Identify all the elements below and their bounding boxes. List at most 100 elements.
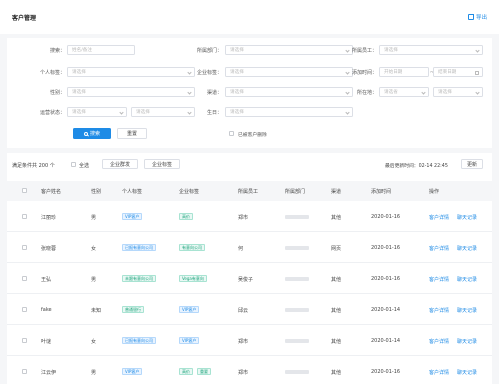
chat-record-link[interactable]: 聊天记录	[457, 276, 477, 283]
reset-button[interactable]: 重置	[117, 128, 147, 139]
add-time: 2020-01-16	[371, 369, 401, 375]
chevron-down-icon	[119, 110, 124, 115]
gender-select[interactable]: 请选择	[67, 87, 195, 97]
end-date-input[interactable]: 结束日期	[433, 67, 483, 77]
staff-name: 何	[238, 246, 244, 252]
col-channel: 渠道	[331, 189, 342, 195]
table-header: 客户姓名 性别 个人标签 企业标签 所属员工 所属部门 渠道 添加时间 操作	[7, 181, 492, 201]
deleted-checkbox-label: 已被客户删除	[238, 133, 267, 138]
customer-detail-link[interactable]: 客户详情	[429, 307, 449, 314]
channel: 其他	[331, 215, 342, 221]
last-update-time: 最后更新时间：02-14 22:45	[385, 164, 448, 169]
add-time: 2020-01-14	[371, 338, 401, 344]
chat-record-link[interactable]: 聊天记录	[457, 245, 477, 252]
export-button[interactable]: 导出	[467, 13, 487, 21]
personal-tag: 已报有意向公司	[122, 244, 156, 251]
col-department: 所属部门	[285, 189, 306, 195]
table-row: 江云伊 男 VIP客户 高价 重要 郑市 其他 2020-01-16 客户详情 …	[7, 356, 492, 384]
table-row: 王弘 男 未跟有意向公司 Vega有意向 吴俊子 其他 2020-01-16 客…	[7, 263, 492, 294]
export-label: 导出	[475, 15, 487, 21]
customer-detail-link[interactable]: 客户详情	[429, 338, 449, 345]
location-label: 所在地：	[356, 90, 377, 96]
customer-name: 江云伊	[41, 370, 57, 376]
staff-name: 郑市	[238, 215, 249, 221]
birthday-select[interactable]: 请选择	[225, 107, 353, 117]
table-row: 张晓蓉 女 已报有意向公司 有意向公司 何 网页 2020-01-16 客户详情…	[7, 232, 492, 263]
department-redacted	[285, 246, 309, 250]
staff-select[interactable]: 请选择	[379, 45, 483, 55]
deleted-checkbox[interactable]	[229, 131, 234, 136]
chat-record-link[interactable]: 聊天记录	[457, 338, 477, 345]
table-row: 江丽珍 男 VIP客户 高价 郑市 其他 2020-01-16 客户详情 聊天记…	[7, 201, 492, 232]
birthday-label: 生日：	[206, 110, 222, 116]
enterprise-tag-button[interactable]: 企业标签	[144, 159, 180, 169]
status-select-1[interactable]: 请选择	[67, 107, 127, 117]
department-redacted	[285, 308, 309, 312]
add-time: 2020-01-14	[371, 307, 401, 313]
row-checkbox[interactable]	[22, 369, 27, 374]
chat-record-link[interactable]: 聊天记录	[457, 369, 477, 376]
channel: 其他	[331, 308, 342, 314]
staff-name: 郑市	[238, 339, 249, 345]
row-checkbox[interactable]	[22, 338, 27, 343]
chevron-down-icon	[475, 90, 480, 95]
customer-detail-link[interactable]: 客户详情	[429, 369, 449, 376]
channel-select[interactable]: 请选择	[225, 87, 353, 97]
add-time: 2020-01-16	[371, 214, 401, 220]
col-actions: 操作	[429, 189, 440, 195]
customer-gender: 女	[91, 339, 97, 345]
personal-tag: VIP客户	[122, 368, 143, 375]
customer-name: 叶谜	[41, 339, 52, 345]
result-count: 满足条件共 200 个	[12, 163, 55, 169]
personal-tag-select[interactable]: 请选择	[67, 67, 195, 77]
group-send-button[interactable]: 企业群发	[102, 159, 138, 169]
enterprise-tag: VIP客户	[179, 337, 200, 344]
row-checkbox[interactable]	[22, 214, 27, 219]
department-redacted	[285, 339, 309, 343]
enterprise-tag: 重要	[197, 368, 211, 375]
chevron-down-icon	[475, 48, 480, 53]
row-checkbox[interactable]	[22, 245, 27, 250]
enterprise-tag: 高价	[179, 368, 193, 375]
refresh-button[interactable]: 更新	[461, 159, 483, 169]
page-title: 客户管理	[12, 15, 37, 22]
add-time-label: 添加时间：	[351, 70, 377, 76]
chevron-down-icon	[421, 90, 426, 95]
col-name: 客户姓名	[41, 189, 62, 195]
customer-gender: 男	[91, 215, 97, 221]
add-time: 2020-01-16	[371, 276, 401, 282]
search-button[interactable]: 搜索	[73, 128, 111, 139]
customer-table-card: 满足条件共 200 个 全选 企业群发 企业标签 最后更新时间：02-14 22…	[7, 153, 492, 384]
enterprise-tag-select[interactable]: 请选择	[225, 67, 353, 77]
enterprise-tag: 高价	[179, 213, 193, 220]
personal-tag: 未跟有意向公司	[122, 275, 156, 282]
start-date-input[interactable]: 开始日期	[379, 67, 429, 77]
col-gender: 性别	[91, 189, 102, 195]
city-select[interactable]: 请选择	[433, 87, 483, 97]
select-all-checkbox[interactable]	[71, 162, 76, 167]
row-checkbox[interactable]	[22, 307, 27, 312]
filter-panel: 搜索： 姓名/备注 所属部门： 请选择 所属员工： 请选择 个人标签： 请选择 …	[7, 38, 492, 148]
header-checkbox[interactable]	[22, 188, 27, 193]
col-add-time: 添加时间	[371, 189, 392, 195]
search-icon	[83, 131, 88, 136]
table-row: 叶谜 女 已报有意向公司 VIP客户 郑市 其他 2020-01-14 客户详情…	[7, 325, 492, 356]
customer-name: 王弘	[41, 277, 52, 283]
chevron-down-icon	[345, 110, 350, 115]
enterprise-tag-label: 企业标签：	[196, 70, 222, 76]
customer-detail-link[interactable]: 客户详情	[429, 214, 449, 221]
row-checkbox[interactable]	[22, 276, 27, 281]
department-redacted	[285, 215, 309, 219]
customer-gender: 男	[91, 277, 97, 283]
staff-name: 郑市	[238, 370, 249, 376]
customer-name: fake	[41, 307, 52, 313]
province-select[interactable]: 请选省	[379, 87, 429, 97]
chat-record-link[interactable]: 聊天记录	[457, 307, 477, 314]
customer-detail-link[interactable]: 客户详情	[429, 245, 449, 252]
customer-gender: 男	[91, 370, 97, 376]
department-select[interactable]: 请选择	[225, 45, 353, 55]
channel: 其他	[331, 277, 342, 283]
customer-detail-link[interactable]: 客户详情	[429, 276, 449, 283]
chat-record-link[interactable]: 聊天记录	[457, 214, 477, 221]
search-input[interactable]: 姓名/备注	[67, 45, 135, 55]
